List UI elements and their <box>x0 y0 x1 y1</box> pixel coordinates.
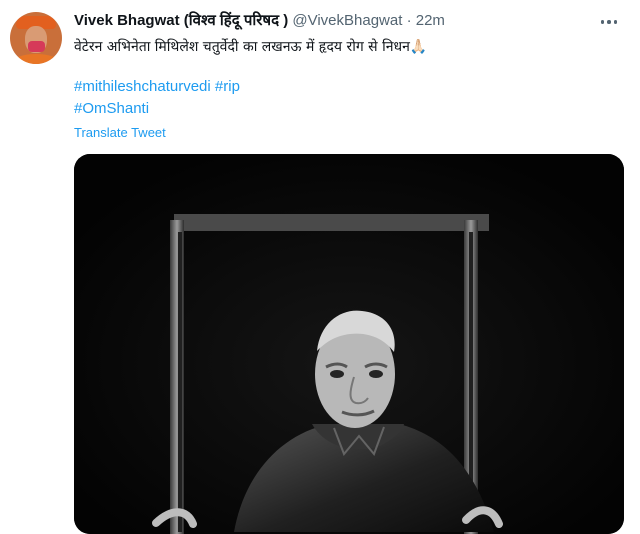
author-name[interactable]: Vivek Bhagwat (विश्व हिंदू परिषद ) <box>74 12 288 29</box>
author-handle[interactable]: @VivekBhagwat <box>292 12 402 29</box>
more-horizontal-icon <box>600 20 605 24</box>
more-horizontal-icon-dot-2 <box>607 20 611 24</box>
folded-hands-emoji: 🙏🏻 <box>409 39 428 55</box>
hashtag-mithileshchaturvedi[interactable]: #mithileshchaturvedi <box>74 78 211 95</box>
tweet-text: वेटेरन अभिनेता मिथिलेश चतुर्वेदी का लखनऊ… <box>74 39 410 55</box>
saffron-cloth <box>12 54 60 64</box>
profile-avatar[interactable] <box>10 12 62 64</box>
right-eye <box>369 370 383 378</box>
left-eye <box>330 370 344 378</box>
hashtag-omshanti[interactable]: #OmShanti <box>74 100 149 117</box>
hashtag-line-2: #OmShanti <box>74 99 149 119</box>
tweet-text-line: वेटेरन अभिनेता मिथिलेश चतुर्वेदी का लखनऊ… <box>74 37 427 57</box>
hashtag-line: #mithileshchaturvedi #rip <box>74 77 240 97</box>
more-horizontal-icon-dot-3 <box>613 20 618 24</box>
translate-tweet-link[interactable]: Translate Tweet <box>74 124 166 142</box>
photo-illustration <box>74 154 624 534</box>
tweet-photo[interactable] <box>74 154 624 534</box>
tweet-header: Vivek Bhagwat (विश्व हिंदू परिषद ) @Vive… <box>74 11 445 31</box>
separator-dot: · <box>406 12 412 29</box>
tweet-time[interactable]: 22m <box>416 12 445 29</box>
more-options-button[interactable] <box>594 12 624 32</box>
hashtag-rip[interactable]: #rip <box>215 78 240 95</box>
tweet[interactable]: Vivek Bhagwat (विश्व हिंदू परिषद ) @Vive… <box>0 0 640 534</box>
pink-mask <box>28 41 45 52</box>
